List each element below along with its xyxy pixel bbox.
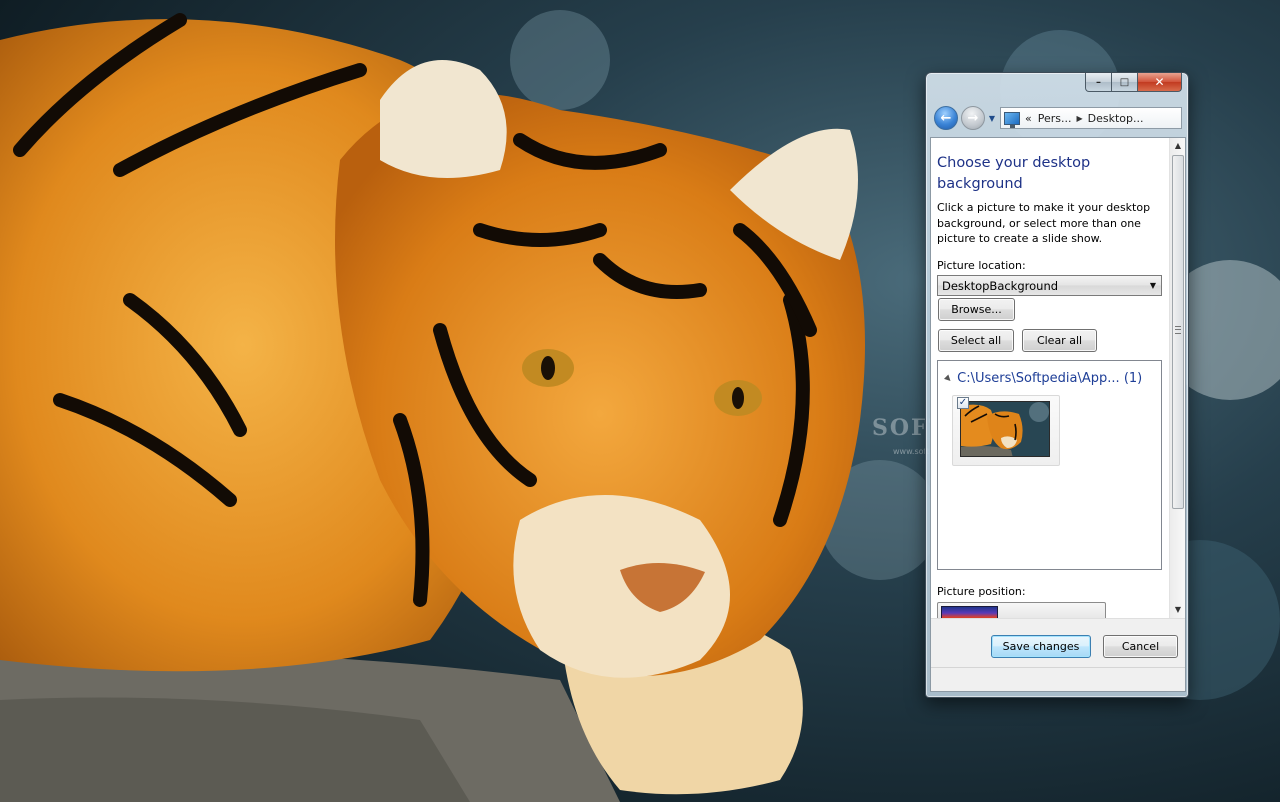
scrollbar-grip-icon — [1175, 326, 1181, 334]
cancel-button[interactable]: Cancel — [1103, 635, 1178, 658]
forward-button[interactable]: → — [961, 106, 985, 130]
page-description: Click a picture to make it your desktop … — [937, 201, 1151, 245]
client-area: Choose your desktop background Click a p… — [930, 137, 1186, 692]
address-bar[interactable]: « Pers... ▶ Desktop... — [1000, 107, 1182, 129]
position-preview-icon — [941, 606, 998, 618]
picture-location-value: DesktopBackground — [942, 278, 1059, 293]
breadcrumb-personalization[interactable]: Pers... — [1038, 112, 1072, 125]
address-overflow-icon[interactable]: « — [1025, 112, 1032, 125]
gallery-group-path: C:\Users\Softpedia\App... (1) — [957, 371, 1143, 386]
close-button[interactable]: ✕ — [1138, 73, 1182, 92]
browse-button[interactable]: Browse... — [938, 298, 1015, 321]
picture-location-label: Picture location: — [937, 259, 1026, 272]
caption-buttons: – □ ✕ — [1085, 73, 1182, 92]
save-changes-button[interactable]: Save changes — [991, 635, 1091, 658]
collapse-triangle-icon[interactable]: ▼ — [943, 373, 954, 384]
picture-position-dropdown[interactable] — [937, 602, 1106, 618]
status-divider — [931, 667, 1185, 668]
breadcrumb-separator-icon[interactable]: ▶ — [1077, 114, 1083, 123]
gallery-group-header[interactable]: ▼ C:\Users\Softpedia\App... (1) — [943, 371, 1143, 386]
arrow-left-icon: ← — [940, 110, 952, 126]
dialog-footer: Save changes Cancel — [931, 618, 1185, 691]
picture-gallery[interactable]: ▼ C:\Users\Softpedia\App... (1) ✓ — [937, 360, 1162, 570]
navigation-bar: ← → ▼ « Pers... ▶ Desktop... — [934, 105, 1182, 131]
breadcrumb-desktop-background[interactable]: Desktop... — [1088, 112, 1144, 125]
page-title: Choose your desktop background — [937, 155, 1091, 192]
minimize-button[interactable]: – — [1085, 73, 1112, 92]
control-panel-icon — [1004, 111, 1020, 128]
scroll-down-arrow-icon[interactable]: ▼ — [1170, 602, 1186, 618]
thumbnail-checkbox[interactable]: ✓ — [957, 397, 969, 409]
select-all-button[interactable]: Select all — [938, 329, 1014, 352]
picture-position-label: Picture position: — [937, 585, 1026, 598]
scroll-content: Choose your desktop background Click a p… — [931, 138, 1169, 618]
tiger-thumbnail-image — [960, 401, 1050, 457]
picture-thumbnail[interactable]: ✓ — [952, 395, 1060, 466]
back-button[interactable]: ← — [934, 106, 958, 130]
vertical-scrollbar[interactable]: ▲ ▼ — [1169, 138, 1185, 618]
clear-all-button[interactable]: Clear all — [1022, 329, 1097, 352]
recent-pages-dropdown[interactable]: ▼ — [987, 114, 997, 123]
scroll-up-arrow-icon[interactable]: ▲ — [1170, 138, 1186, 154]
maximize-button[interactable]: □ — [1112, 73, 1138, 92]
scrollbar-thumb[interactable] — [1172, 155, 1184, 509]
picture-location-dropdown[interactable]: DesktopBackground ▼ — [937, 275, 1162, 296]
arrow-right-icon: → — [967, 110, 979, 126]
chevron-down-icon: ▼ — [1149, 281, 1156, 290]
desktop-background-window: – □ ✕ ← → ▼ « Pers... ▶ Desktop... Choos… — [925, 72, 1189, 698]
